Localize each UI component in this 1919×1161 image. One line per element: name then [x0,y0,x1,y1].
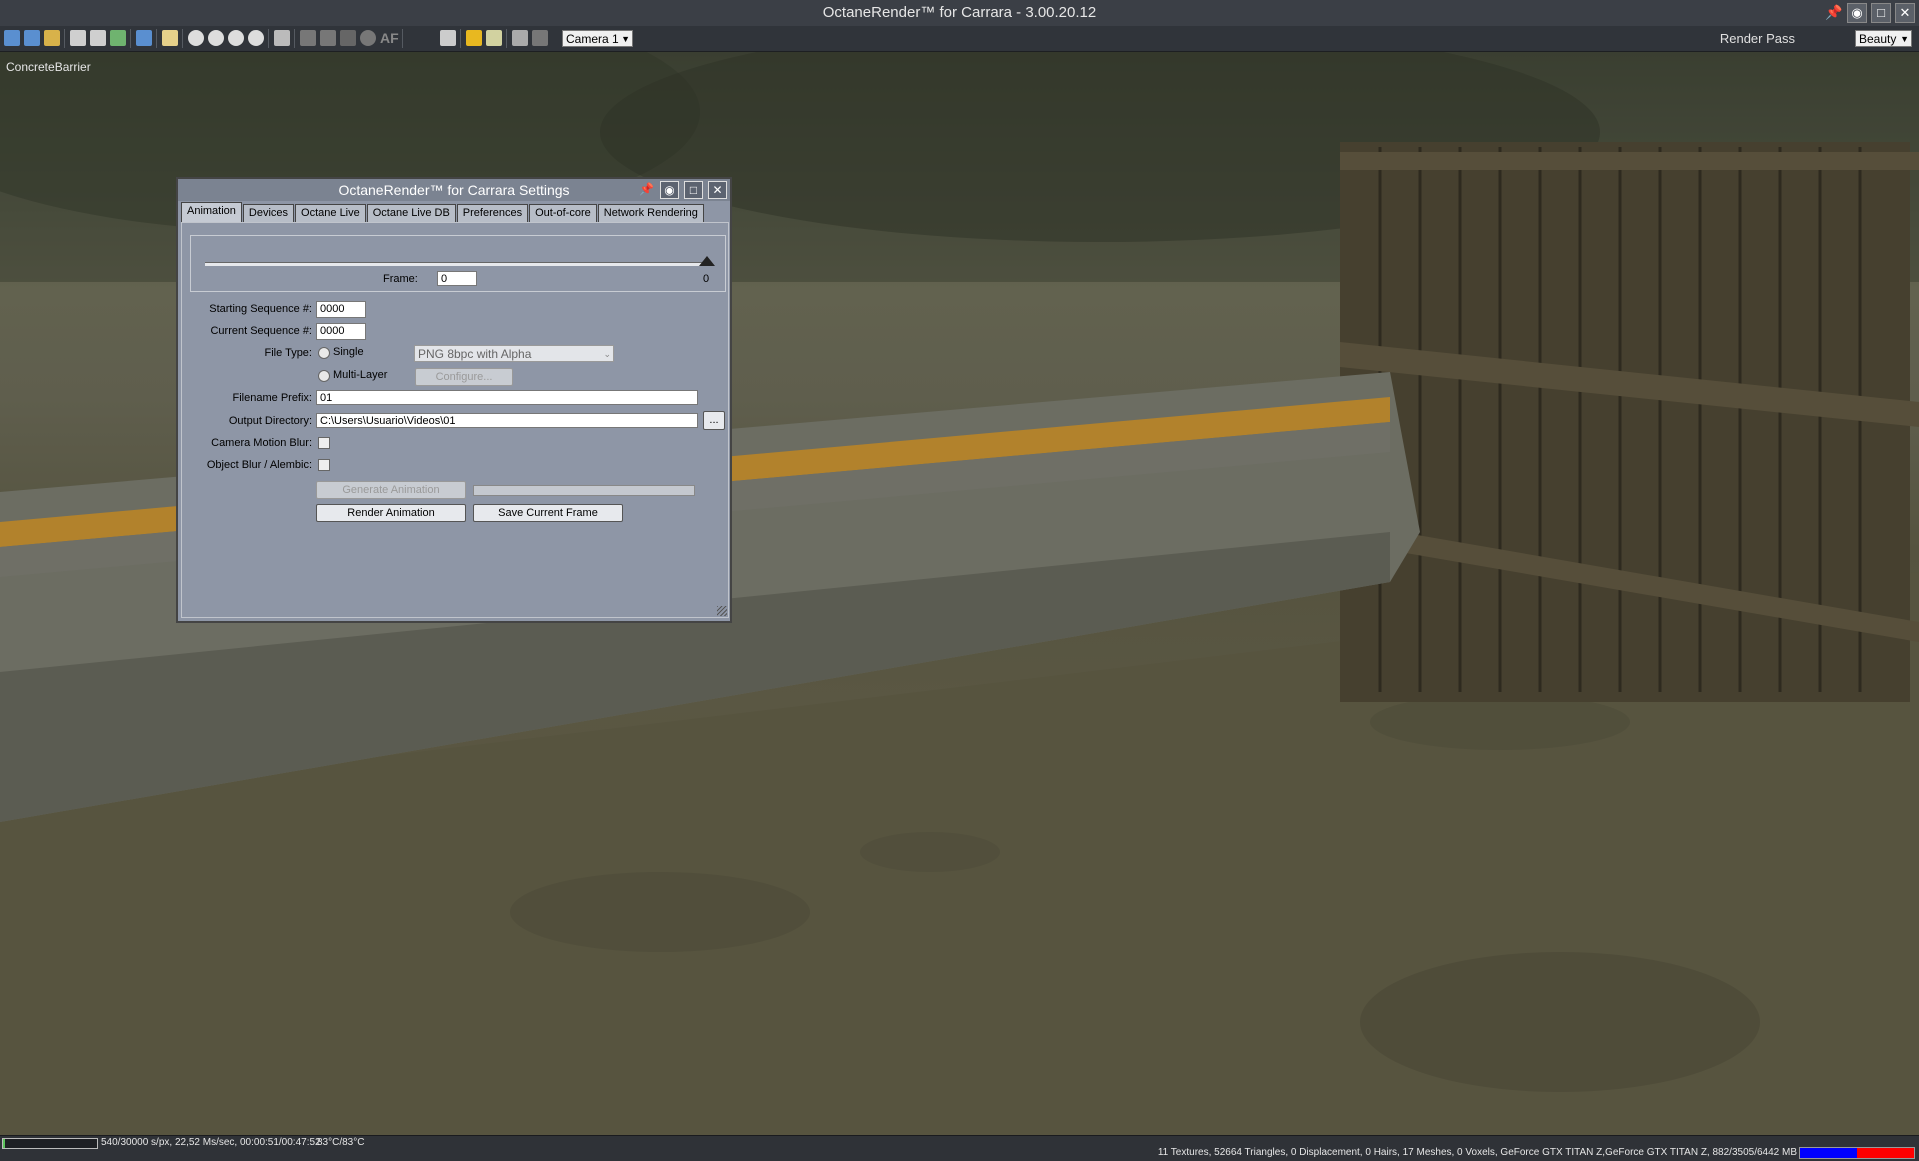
dialog-title-bar[interactable]: OctaneRender™ for Carrara Settings 📌 ◉ □… [178,179,730,201]
object-blur-checkbox[interactable] [318,459,330,471]
frame-slider-track[interactable] [205,262,707,266]
camera-select-value: Camera 1 [566,32,619,46]
gpu-temperature: 83°C/83°C [317,1137,365,1148]
frame-field[interactable]: 0 [437,271,477,286]
multilayer-label: Multi-Layer [333,369,388,381]
render-animation-button[interactable]: Render Animation [316,504,466,522]
open-folder-icon[interactable] [44,30,60,46]
snapshot-icon[interactable] [486,30,502,46]
object-blur-label: Object Blur / Alembic: [206,459,312,471]
chevron-down-icon: ▼ [1900,34,1909,44]
file-type-label: File Type: [264,347,313,359]
filename-prefix-label: Filename Prefix: [232,392,312,404]
multilayer-radio[interactable] [318,370,330,382]
paste-icon[interactable] [90,30,106,46]
vram-used [1800,1148,1857,1158]
camera-picker-icon[interactable] [440,30,456,46]
title-bar: OctaneRender™ for Carrara - 3.00.20.12 📌… [0,0,1919,26]
camera-motion-blur-label: Camera Motion Blur: [211,437,312,449]
window-title: OctaneRender™ for Carrara - 3.00.20.12 [822,4,1097,21]
frame-max-label: 0 [703,273,710,285]
single-radio[interactable] [318,347,330,359]
eye-icon[interactable]: ◉ [660,181,679,199]
status-bar: 540/30000 s/px, 22,52 Ms/sec, 00:00:51/0… [0,1135,1919,1161]
render-progress-fill [3,1139,5,1148]
eye-icon[interactable]: ◉ [1847,3,1867,23]
cube-icon[interactable] [300,30,316,46]
toolbar: AF Camera 1 ▼ Render Pass Beauty ▼ [0,26,1919,52]
render-pass-select[interactable]: Beauty ▼ [1855,30,1912,47]
stop-icon[interactable] [248,30,264,46]
render-stats: 540/30000 s/px, 22,52 Ms/sec, 00:00:51/0… [101,1137,321,1148]
configure-button[interactable]: Configure... [415,368,513,386]
region-icon[interactable] [532,30,548,46]
browse-button[interactable]: ... [703,411,725,430]
camera-motion-blur-checkbox[interactable] [318,437,330,449]
render-progress-bar [2,1138,98,1149]
generate-progress-bar [473,485,695,496]
settings-dialog: OctaneRender™ for Carrara Settings 📌 ◉ □… [176,177,732,623]
chevron-down-icon: ▼ [621,34,630,44]
maximize-icon[interactable]: □ [684,181,703,199]
render-viewport[interactable]: ConcreteBarrier OctaneRender™ for Carrar… [0,52,1919,1135]
starting-sequence-field[interactable]: 0000 [316,301,366,318]
dialog-title: OctaneRender™ for Carrara Settings [338,182,570,198]
starting-sequence-label: Starting Sequence #: [209,303,312,315]
filename-prefix-field[interactable]: 01 [316,390,698,405]
render-pass-value: Beauty [1859,32,1897,46]
scene-info: 11 Textures, 52664 Triangles, 0 Displace… [1157,1147,1797,1158]
target-icon[interactable] [360,30,376,46]
vram-usage-bar [1799,1147,1915,1159]
maximize-icon[interactable]: □ [1871,3,1891,23]
chart-icon[interactable] [340,30,356,46]
close-icon[interactable]: ✕ [1895,3,1915,23]
output-directory-label: Output Directory: [228,415,312,427]
play-icon[interactable] [208,30,224,46]
import-icon[interactable] [24,30,40,46]
copy-icon[interactable] [70,30,86,46]
save-current-frame-button[interactable]: Save Current Frame [473,504,623,522]
file-type-value: PNG 8bpc with Alpha [418,347,532,361]
send-icon[interactable] [136,30,152,46]
chevron-down-icon: ⌄ [603,349,611,359]
current-sequence-field[interactable]: 0000 [316,323,366,340]
pause-icon[interactable] [228,30,244,46]
frame-slider-group: Frame: 0 0 [190,235,726,292]
export-icon[interactable] [4,30,20,46]
frame-label: Frame: [383,273,418,285]
camera-select[interactable]: Camera 1 ▼ [562,30,633,47]
file-type-select[interactable]: PNG 8bpc with Alpha ⌄ [414,345,614,362]
resize-grip-icon[interactable] [717,606,727,616]
refresh-icon[interactable] [110,30,126,46]
object-label: ConcreteBarrier [6,60,91,74]
generate-animation-button[interactable]: Generate Animation [316,481,466,499]
pin-icon[interactable]: 📌 [638,181,655,197]
current-sequence-label: Current Sequence #: [210,325,312,337]
rotate-icon[interactable] [320,30,336,46]
output-directory-field[interactable]: C:\Users\Usuario\Videos\01 [316,413,698,428]
single-label: Single [333,346,364,358]
render-start-icon[interactable] [188,30,204,46]
animation-panel: Frame: 0 0 Starting Sequence #: 0000 Cur… [181,222,729,618]
vram-free [1857,1148,1914,1158]
close-icon[interactable]: ✕ [708,181,727,199]
pin-icon[interactable]: 📌 [1825,3,1843,21]
book-icon[interactable] [162,30,178,46]
lock-icon[interactable] [274,30,290,46]
film-icon[interactable] [512,30,528,46]
undo-icon[interactable] [466,30,482,46]
autofocus-icon[interactable]: AF [380,30,399,46]
render-pass-label: Render Pass [1719,31,1795,46]
frame-slider-thumb[interactable] [699,256,715,266]
